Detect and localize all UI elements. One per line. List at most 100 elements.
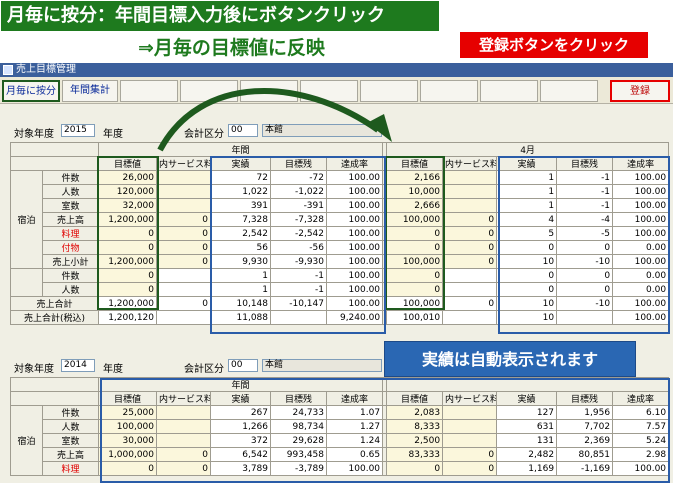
value-cell[interactable] — [156, 198, 211, 213]
top-target-table: 年間 4月 目標値 内サービス料 実績 目標残 達成率 目標値 内サービス料 実績 目標残 達成率 宿泊… — [10, 142, 670, 325]
value-cell[interactable]: 26,000 — [98, 170, 157, 185]
value-cell[interactable]: 0 — [156, 461, 211, 476]
month-value-cell[interactable]: 83,333 — [386, 447, 444, 462]
toolbar: 月毎に按分 年間集計 登録 — [0, 77, 673, 104]
value-cell[interactable] — [156, 405, 211, 420]
month-value-cell[interactable]: 0 — [386, 226, 444, 241]
month-value-cell[interactable]: 0 — [386, 268, 444, 283]
value-cell[interactable]: 0 — [98, 226, 157, 241]
register-button[interactable]: 登録 — [610, 80, 670, 102]
total-value-cell: 11,088 — [210, 310, 271, 325]
monthly-allocate-button[interactable]: 月毎に按分 — [2, 80, 60, 102]
month-value-cell: 0 — [556, 268, 614, 283]
toolbar-empty-button[interactable] — [540, 80, 598, 102]
total-month-value-cell: -10 — [556, 296, 614, 311]
month-value-cell[interactable]: 100,000 — [386, 254, 444, 269]
month-value-cell[interactable]: 8,333 — [386, 419, 444, 434]
month-value-cell[interactable]: 2,666 — [386, 198, 444, 213]
value-cell: 1 — [210, 282, 271, 297]
value-cell[interactable] — [156, 433, 211, 448]
value-cell[interactable]: 0 — [156, 447, 211, 462]
month-value-cell[interactable]: 0 — [442, 254, 498, 269]
month-value-cell[interactable]: 0 — [442, 212, 498, 227]
value-cell[interactable]: 0 — [156, 254, 211, 269]
value-cell[interactable]: 100,000 — [98, 419, 157, 434]
period-header-row: 年間 — [10, 377, 670, 392]
value-cell[interactable]: 0 — [98, 461, 157, 476]
month-value-cell[interactable] — [442, 405, 498, 420]
value-cell[interactable]: 30,000 — [98, 433, 157, 448]
value-cell: -391 — [270, 198, 327, 213]
toolbar-empty-button[interactable] — [480, 80, 538, 102]
value-cell[interactable] — [156, 419, 211, 434]
month-value-cell[interactable]: 100,000 — [386, 212, 444, 227]
month-value-cell[interactable] — [442, 433, 498, 448]
prev-account-division-code-input[interactable]: 00 — [228, 359, 258, 372]
month-value-cell: 1 — [496, 184, 558, 199]
value-cell[interactable] — [156, 170, 211, 185]
month-value-cell[interactable]: 0 — [442, 461, 498, 476]
month-value-cell[interactable]: 0 — [386, 461, 444, 476]
table-row: 件数 0 1 -1 100.00 0 0 0 0.00 — [10, 268, 670, 297]
column-header: 達成率 — [612, 156, 670, 171]
month-value-cell[interactable] — [442, 198, 498, 213]
value-cell: -72 — [270, 170, 327, 185]
value-cell[interactable] — [156, 184, 211, 199]
account-division-code-input[interactable]: 00 — [228, 124, 258, 137]
toolbar-empty-button[interactable] — [120, 80, 178, 102]
value-cell: 56 — [210, 240, 271, 255]
period-header-row: 年間 4月 — [10, 142, 670, 157]
annual-summary-button[interactable]: 年間集計 — [62, 80, 118, 102]
toolbar-empty-button[interactable] — [360, 80, 418, 102]
value-cell: -1 — [270, 282, 327, 297]
value-cell[interactable]: 1,000,000 — [98, 447, 157, 462]
month-value-cell[interactable] — [442, 184, 498, 199]
instruction-banner: 月毎に按分：年間目標入力後にボタンクリック — [1, 1, 439, 31]
month-value-cell[interactable]: 0 — [386, 240, 444, 255]
prev-year-input[interactable]: 2014 — [61, 359, 95, 372]
prev-year-label: 対象年度 — [14, 364, 54, 375]
value-cell: 6,542 — [210, 447, 271, 462]
toolbar-empty-button[interactable] — [240, 80, 298, 102]
value-cell[interactable]: 0 — [156, 212, 211, 227]
value-cell[interactable]: 0 — [156, 226, 211, 241]
value-cell[interactable]: 0 — [98, 268, 157, 283]
column-header: 実績 — [496, 156, 558, 171]
value-cell[interactable]: 1,200,000 — [98, 254, 157, 269]
target-year-suffix: 年度 — [103, 129, 123, 140]
month-value-cell[interactable]: 0 — [386, 282, 444, 297]
value-cell[interactable]: 25,000 — [98, 405, 157, 420]
target-year-input[interactable]: 2015 — [61, 124, 95, 137]
value-cell[interactable]: 0 — [98, 282, 157, 297]
value-cell[interactable]: 0 — [156, 240, 211, 255]
month-value-cell: 100.00 — [612, 170, 670, 185]
period-month-header — [386, 377, 670, 392]
column-header-row: 目標値 内サービス料 実績 目標残 達成率 目標値 内サービス料 実績 目標残 達成率 — [10, 391, 670, 406]
value-cell: -1,022 — [270, 184, 327, 199]
total-month-value-cell: 100.00 — [612, 296, 670, 311]
month-value-cell: 1 — [496, 170, 558, 185]
bottom-target-table: 年間 目標値 内サービス料 実績 目標残 達成率 目標値 内サービス料 実績 目標残 達成率 宿泊 件数… — [10, 377, 670, 476]
value-cell[interactable]: 0 — [98, 240, 157, 255]
column-header: 目標残 — [270, 156, 327, 171]
total-month-value-cell — [556, 310, 614, 325]
month-value-cell[interactable]: 0 — [442, 240, 498, 255]
month-value-cell[interactable]: 2,500 — [386, 433, 444, 448]
toolbar-empty-button[interactable] — [180, 80, 238, 102]
month-value-cell[interactable] — [442, 170, 498, 185]
month-value-cell[interactable]: 2,083 — [386, 405, 444, 420]
value-cell[interactable]: 1,200,000 — [98, 212, 157, 227]
toolbar-empty-button[interactable] — [420, 80, 478, 102]
month-value-cell[interactable] — [442, 419, 498, 434]
month-value-cell[interactable]: 10,000 — [386, 184, 444, 199]
month-value-cell[interactable]: 0 — [442, 226, 498, 241]
value-cell: 3,789 — [210, 461, 271, 476]
month-value-cell[interactable]: 0 — [442, 447, 498, 462]
toolbar-empty-button[interactable] — [300, 80, 358, 102]
prev-account-division-label: 会計区分 — [184, 364, 224, 375]
month-value-cell — [442, 282, 498, 297]
value-cell[interactable]: 120,000 — [98, 184, 157, 199]
value-cell[interactable]: 32,000 — [98, 198, 157, 213]
month-value-cell[interactable]: 2,166 — [386, 170, 444, 185]
table-row: 人数 0 1 -1 100.00 0 0 0 0.00 — [11, 282, 670, 297]
